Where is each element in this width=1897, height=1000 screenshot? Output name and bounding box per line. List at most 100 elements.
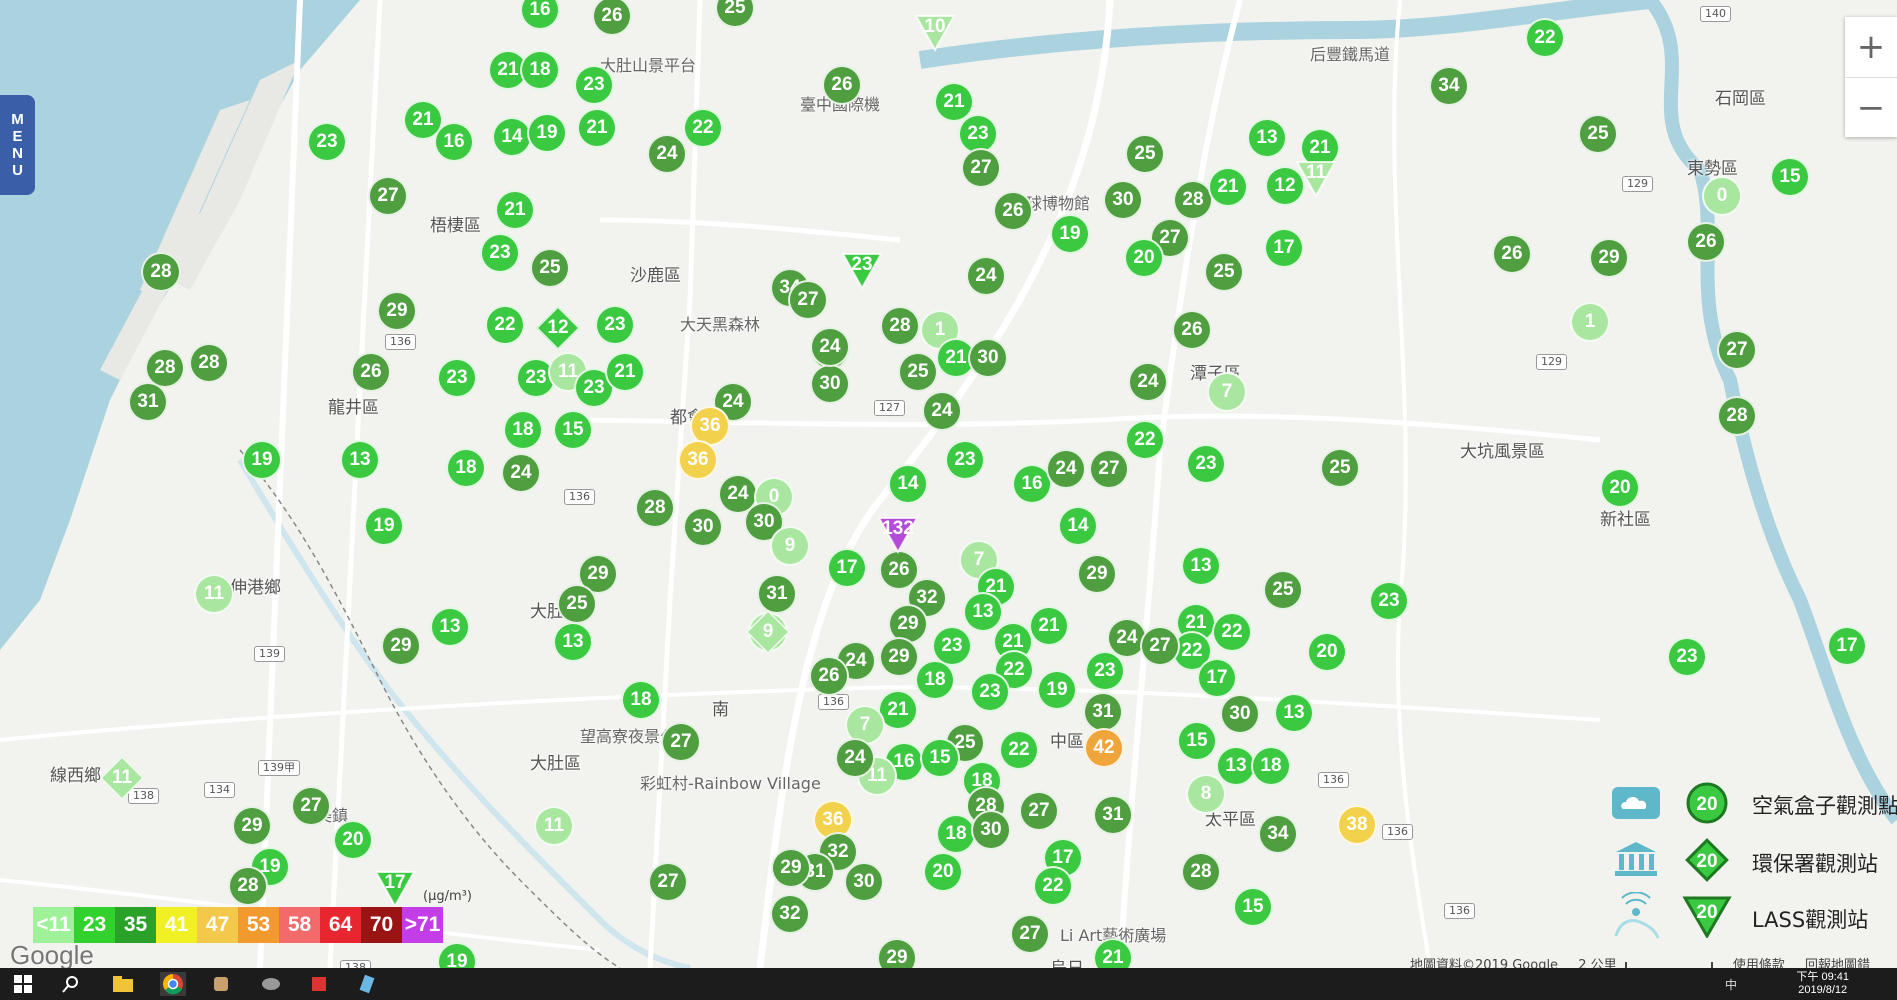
airbox-marker[interactable]: 25 — [1204, 252, 1244, 292]
airbox-marker[interactable]: 28 — [189, 343, 229, 383]
app-icon[interactable] — [354, 972, 380, 996]
airbox-marker[interactable]: 8 — [1186, 774, 1226, 814]
airbox-marker[interactable]: 0 — [1702, 176, 1742, 216]
airbox-marker[interactable]: 31 — [1083, 692, 1123, 732]
menu-button[interactable]: M E N U — [0, 95, 35, 195]
airbox-marker[interactable]: 20 — [923, 852, 963, 892]
airbox-marker[interactable]: 21 — [1029, 606, 1069, 646]
airbox-marker[interactable]: 17 — [827, 548, 867, 588]
airbox-marker[interactable]: 27 — [661, 722, 701, 762]
airbox-marker[interactable]: 20 — [1124, 238, 1164, 278]
epa-station-marker[interactable]: 11 — [99, 755, 145, 801]
airbox-marker[interactable]: 17 — [1197, 658, 1237, 698]
airbox-marker[interactable]: 25 — [898, 352, 938, 392]
airbox-marker[interactable]: 28 — [880, 306, 920, 346]
airbox-marker[interactable]: 19 — [1037, 670, 1077, 710]
airbox-marker[interactable]: 15 — [553, 410, 593, 450]
airbox-marker[interactable]: 31 — [1093, 795, 1133, 835]
app-icon[interactable] — [208, 972, 234, 996]
poi-label-dadushan[interactable]: 大肚山景平台 — [600, 52, 696, 76]
lass-station-marker[interactable]: 132 — [877, 514, 919, 555]
airbox-marker[interactable]: 29 — [377, 291, 417, 331]
airbox-marker[interactable]: 25 — [1578, 114, 1618, 154]
ime-indicator[interactable]: 中 — [1725, 978, 1737, 992]
airbox-marker[interactable]: 16 — [434, 122, 474, 162]
airbox-marker[interactable]: 38 — [1337, 805, 1377, 845]
airbox-marker[interactable]: 27 — [291, 786, 331, 826]
airbox-marker[interactable]: 17 — [1827, 626, 1867, 666]
lass-station-marker[interactable]: 10 — [914, 12, 956, 53]
airbox-marker[interactable]: 27 — [1019, 791, 1059, 831]
airbox-marker[interactable]: 18 — [1251, 746, 1291, 786]
windows-start-icon[interactable] — [10, 972, 36, 996]
app-icon[interactable] — [258, 972, 284, 996]
airbox-marker[interactable]: 24 — [835, 738, 875, 778]
poi-label-blackforest[interactable]: 大天黑森林 — [680, 311, 760, 335]
airbox-marker[interactable]: 24 — [966, 256, 1006, 296]
system-tray[interactable]: 中 — [1725, 976, 1737, 993]
lass-station-marker[interactable]: 11 — [1295, 158, 1337, 199]
airbox-marker[interactable]: 23 — [1369, 581, 1409, 621]
airbox-marker[interactable]: 31 — [128, 382, 168, 422]
airbox-marker[interactable]: 15 — [1233, 887, 1273, 927]
airbox-marker[interactable]: 29 — [879, 637, 919, 677]
airbox-marker[interactable]: 18 — [520, 50, 560, 90]
airbox-marker[interactable]: 28 — [1173, 180, 1213, 220]
airbox-marker[interactable]: 42 — [1084, 728, 1124, 768]
airbox-marker[interactable]: 28 — [1717, 396, 1757, 436]
airbox-marker[interactable]: 24 — [1128, 362, 1168, 402]
airbox-marker[interactable]: 20 — [1307, 632, 1347, 672]
airbox-marker[interactable]: 19 — [437, 942, 477, 968]
airbox-marker[interactable]: 23 — [307, 122, 347, 162]
airbox-marker[interactable]: 23 — [595, 305, 635, 345]
airbox-marker[interactable]: 21 — [577, 108, 617, 148]
airbox-marker[interactable]: 25 — [1125, 134, 1165, 174]
legend-epa-row[interactable]: 20 環保署觀測站 — [1600, 836, 1897, 886]
airbox-marker[interactable]: 23 — [970, 672, 1010, 712]
airbox-marker[interactable]: 24 — [501, 453, 541, 493]
airbox-marker[interactable]: 29 — [1077, 554, 1117, 594]
airbox-marker[interactable]: 25 — [530, 248, 570, 288]
airbox-marker[interactable]: 17 — [1264, 228, 1304, 268]
taskbar-clock[interactable]: 下午 09:41 2019/8/12 — [1796, 971, 1849, 997]
airbox-marker[interactable]: 30 — [810, 364, 850, 404]
airbox-marker[interactable]: 24 — [1046, 449, 1086, 489]
airbox-marker[interactable]: 13 — [340, 440, 380, 480]
airbox-marker[interactable]: 18 — [915, 660, 955, 700]
airbox-marker[interactable]: 24 — [922, 391, 962, 431]
airbox-marker[interactable]: 27 — [1717, 330, 1757, 370]
airbox-marker[interactable]: 27 — [788, 280, 828, 320]
app-icon[interactable] — [306, 972, 332, 996]
airbox-marker[interactable]: 26 — [993, 191, 1033, 231]
airbox-marker[interactable]: 26 — [809, 656, 849, 696]
airbox-marker[interactable]: 32 — [770, 894, 810, 934]
airbox-marker[interactable]: 24 — [810, 327, 850, 367]
legend-airbox-row[interactable]: 20 空氣盒子觀測點 — [1600, 778, 1897, 828]
airbox-marker[interactable]: 34 — [1429, 66, 1469, 106]
poi-label-rainbow[interactable]: 彩虹村-Rainbow Village — [640, 770, 821, 794]
airbox-marker[interactable]: 29 — [771, 848, 811, 888]
lass-station-marker[interactable]: 23 — [841, 250, 883, 291]
airbox-marker[interactable]: 27 — [368, 176, 408, 216]
airbox-marker[interactable]: 19 — [527, 113, 567, 153]
airbox-marker[interactable]: 22 — [683, 108, 723, 148]
airbox-marker[interactable]: 1 — [1570, 302, 1610, 342]
airbox-marker[interactable]: 29 — [877, 938, 917, 968]
airbox-marker[interactable]: 34 — [1258, 814, 1298, 854]
airbox-marker[interactable]: 15 — [1770, 157, 1810, 197]
zoom-in-button[interactable]: + — [1845, 17, 1897, 77]
airbox-marker[interactable]: 15 — [920, 738, 960, 778]
airbox-marker[interactable]: 23 — [480, 233, 520, 273]
airbox-marker[interactable]: 22 — [1212, 612, 1252, 652]
airbox-marker[interactable]: 22 — [1125, 420, 1165, 460]
airbox-marker[interactable]: 31 — [757, 574, 797, 614]
airbox-marker[interactable]: 14 — [1058, 506, 1098, 546]
airbox-marker[interactable]: 7 — [1207, 372, 1247, 412]
airbox-marker[interactable]: 11 — [194, 574, 234, 614]
airbox-marker[interactable]: 14 — [888, 464, 928, 504]
airbox-marker[interactable]: 18 — [503, 410, 543, 450]
airbox-marker[interactable]: 27 — [1140, 626, 1180, 666]
airbox-marker[interactable]: 29 — [1589, 238, 1629, 278]
epa-station-marker[interactable]: 12 — [535, 305, 581, 351]
airbox-marker[interactable]: 21 — [495, 190, 535, 230]
